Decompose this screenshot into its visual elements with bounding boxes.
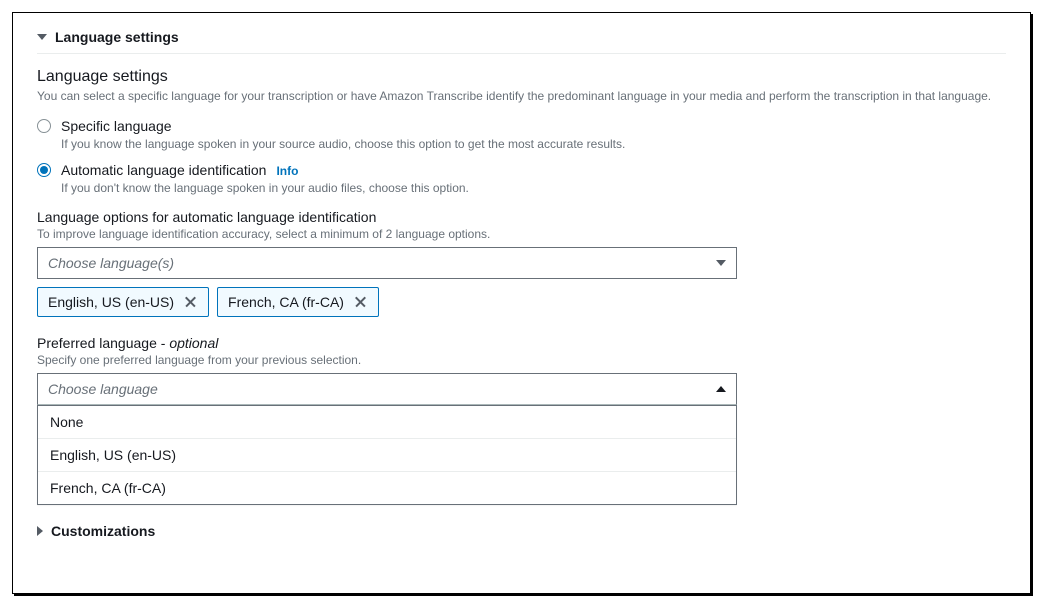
- customizations-header[interactable]: Customizations: [37, 523, 1006, 547]
- customizations-title: Customizations: [51, 523, 155, 539]
- settings-panel: Language settings Language settings You …: [12, 12, 1031, 594]
- radio-auto-sub: If you don't know the language spoken in…: [61, 181, 469, 195]
- language-settings-block-title: Language settings: [37, 68, 1006, 86]
- lang-options-tokens: English, US (en-US) French, CA (fr-CA): [37, 287, 1006, 317]
- language-settings-description: You can select a specific language for y…: [37, 88, 1006, 105]
- lang-token-en-us: English, US (en-US): [37, 287, 209, 317]
- lang-token-label: English, US (en-US): [48, 294, 174, 310]
- lang-options-placeholder: Choose language(s): [48, 255, 174, 271]
- lang-options-select[interactable]: Choose language(s): [37, 247, 737, 279]
- info-link[interactable]: Info: [276, 164, 298, 178]
- radio-auto-label: Automatic language identification: [61, 161, 266, 179]
- preferred-option-none[interactable]: None: [38, 406, 736, 439]
- preferred-language-select[interactable]: Choose language: [37, 373, 737, 405]
- preferred-language-dropdown: None English, US (en-US) French, CA (fr-…: [37, 405, 737, 505]
- close-icon[interactable]: [354, 295, 368, 309]
- lang-options-desc: To improve language identification accur…: [37, 227, 1006, 241]
- lang-token-fr-ca: French, CA (fr-CA): [217, 287, 379, 317]
- lang-options-label: Language options for automatic language …: [37, 209, 1006, 225]
- chevron-up-icon: [716, 386, 726, 392]
- preferred-language-placeholder: Choose language: [48, 381, 158, 397]
- preferred-language-desc: Specify one preferred language from your…: [37, 353, 1006, 367]
- radio-automatic-language[interactable]: Automatic language identification Info I…: [37, 161, 1006, 195]
- radio-specific-sub: If you know the language spoken in your …: [61, 137, 625, 151]
- radio-icon[interactable]: [37, 119, 51, 133]
- chevron-down-icon: [37, 34, 47, 40]
- radio-icon[interactable]: [37, 163, 51, 177]
- chevron-down-icon: [716, 260, 726, 266]
- radio-specific-label: Specific language: [61, 117, 625, 135]
- close-icon[interactable]: [184, 295, 198, 309]
- language-settings-header[interactable]: Language settings: [37, 29, 1006, 54]
- radio-specific-language[interactable]: Specific language If you know the langua…: [37, 117, 1006, 151]
- preferred-option-en-us[interactable]: English, US (en-US): [38, 439, 736, 472]
- language-mode-radio-group: Specific language If you know the langua…: [37, 117, 1006, 195]
- lang-token-label: French, CA (fr-CA): [228, 294, 344, 310]
- preferred-language-label: Preferred language - optional: [37, 335, 1006, 351]
- chevron-right-icon: [37, 526, 43, 536]
- language-settings-title: Language settings: [55, 29, 179, 45]
- preferred-option-fr-ca[interactable]: French, CA (fr-CA): [38, 472, 736, 504]
